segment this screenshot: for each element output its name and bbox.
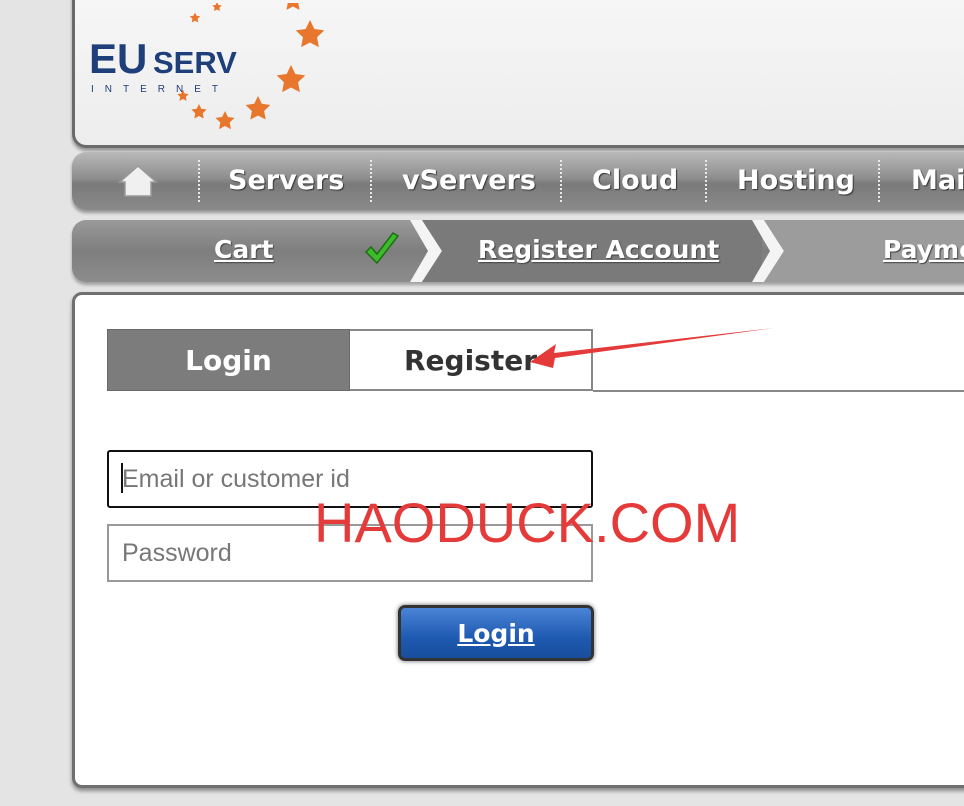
watermark-text: HAODUCK.COM: [314, 491, 741, 554]
tab-divider: [593, 390, 964, 392]
nav-item-mail[interactable]: Mai: [911, 152, 964, 210]
arrow-annotation-icon: [530, 322, 780, 376]
check-icon: [362, 230, 402, 274]
svg-text:SERV: SERV: [153, 45, 237, 80]
svg-text:INTERNET: INTERNET: [91, 84, 229, 95]
home-icon[interactable]: [116, 164, 160, 198]
svg-text:EU: EU: [89, 35, 147, 82]
step-payment-link[interactable]: Payme: [883, 220, 964, 280]
nav-divider: [705, 160, 707, 202]
tab-login[interactable]: Login: [107, 329, 350, 391]
nav-divider: [370, 160, 372, 202]
step-register-account-link[interactable]: Register Account: [478, 220, 719, 280]
euserv-logo[interactable]: EU SERV INTERNET: [75, 0, 335, 157]
nav-divider: [198, 160, 200, 202]
nav-item-hosting[interactable]: Hosting: [737, 152, 855, 210]
text-caret: [121, 463, 123, 493]
nav-item-vservers[interactable]: vServers: [402, 152, 536, 210]
nav-divider: [560, 160, 562, 202]
step-cart-link[interactable]: Cart: [214, 220, 274, 280]
login-button[interactable]: Login: [398, 605, 594, 661]
site-header: EU SERV INTERNET: [72, 0, 964, 148]
nav-divider: [878, 160, 880, 202]
checkout-steps: Cart Register Account Payme: [72, 220, 964, 282]
main-nav: Servers vServers Cloud Hosting Mai: [72, 152, 964, 210]
nav-item-servers[interactable]: Servers: [228, 152, 344, 210]
nav-item-cloud[interactable]: Cloud: [592, 152, 678, 210]
